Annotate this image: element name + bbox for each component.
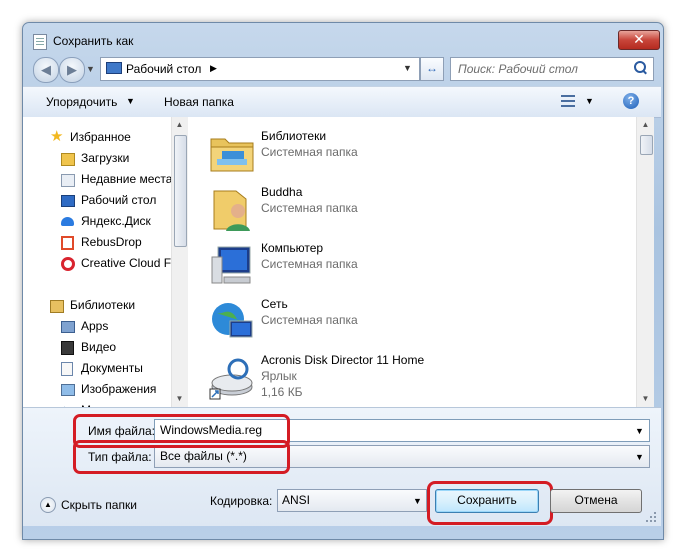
yandex-disk-icon [61, 217, 74, 226]
user-folder-icon [213, 190, 250, 231]
file-name: Acronis Disk Director 11 Home [261, 353, 425, 367]
scroll-down-icon[interactable]: ▼ [174, 393, 185, 405]
address-dropdown[interactable]: ▼ [403, 63, 412, 73]
close-button[interactable]: ✕ [618, 30, 660, 50]
file-type: Системная папка [261, 201, 358, 215]
save-button[interactable]: Сохранить [435, 489, 539, 513]
refresh-button[interactable]: ↔ [420, 57, 444, 81]
documents-icon [61, 362, 73, 376]
forward-button[interactable]: ▶ [59, 57, 85, 83]
cancel-button[interactable]: Отмена [550, 489, 642, 513]
acronis-shortcut-icon [209, 358, 253, 400]
list-item[interactable]: Acronis Disk Director 11 Home Ярлык 1,16… [188, 347, 628, 403]
encoding-label: Кодировка: [210, 494, 273, 508]
sidebar-scrollbar[interactable]: ▲ ▼ [171, 117, 188, 407]
chevron-down-icon[interactable]: ▼ [635, 452, 644, 462]
libraries-icon [50, 300, 64, 313]
recent-pages-dropdown[interactable]: ▼ [86, 64, 95, 74]
scroll-up-icon[interactable]: ▲ [174, 119, 185, 131]
file-name: Компьютер [261, 241, 324, 255]
window-title: Сохранить как [53, 34, 134, 48]
file-name: Сеть [261, 297, 288, 311]
file-size: 1,16 КБ [261, 385, 303, 399]
view-options-icon[interactable] [561, 94, 575, 108]
encoding-value[interactable]: ANSI [282, 493, 310, 507]
file-type: Системная папка [261, 313, 358, 327]
scroll-down-icon[interactable]: ▼ [640, 393, 651, 405]
creative-cloud-icon [61, 257, 75, 271]
chevron-down-icon[interactable]: ▼ [413, 496, 422, 506]
list-item[interactable]: Библиотеки Системная папка [188, 123, 628, 179]
scroll-up-icon[interactable]: ▲ [640, 119, 651, 131]
file-list-scrollbar[interactable]: ▲ ▼ [636, 117, 654, 407]
address-crumb[interactable]: Рабочий стол [126, 62, 201, 76]
rebusdrop-icon [61, 236, 74, 250]
desktop-icon [61, 195, 75, 207]
apps-icon [61, 321, 75, 333]
video-icon [61, 341, 74, 355]
computer-icon [211, 246, 251, 284]
images-icon [61, 384, 75, 396]
list-item[interactable]: Компьютер Системная папка [188, 235, 628, 291]
network-icon [212, 303, 253, 338]
file-type: Ярлык [261, 369, 297, 383]
recent-icon [61, 174, 75, 187]
libraries-folder-icon [210, 138, 254, 172]
file-name: Buddha [261, 185, 303, 199]
scrollbar-thumb[interactable] [174, 135, 187, 247]
list-item[interactable]: Сеть Системная папка [188, 291, 628, 347]
file-type: Системная папка [261, 257, 358, 271]
desktop-icon [106, 62, 122, 74]
search-icon[interactable] [634, 61, 646, 73]
highlight-frame [73, 440, 290, 474]
resize-grip-icon[interactable] [646, 512, 656, 522]
hide-folders-button[interactable]: Скрыть папки [61, 498, 137, 512]
star-icon: ★ [50, 128, 64, 145]
collapse-icon[interactable]: ▲ [40, 497, 56, 513]
downloads-icon [61, 153, 75, 166]
file-list: Библиотеки Системная папка Buddha Систем… [188, 117, 636, 407]
file-type: Системная папка [261, 145, 358, 159]
chevron-down-icon[interactable]: ▼ [126, 96, 135, 106]
search-placeholder: Поиск: Рабочий стол [458, 62, 578, 76]
navigation-pane: ★ Избранное Загрузки Недавние места Рабо… [23, 117, 188, 407]
breadcrumb-separator-icon[interactable]: ▶ [210, 63, 217, 74]
chevron-down-icon[interactable]: ▼ [635, 426, 644, 436]
chevron-down-icon[interactable]: ▼ [585, 96, 594, 106]
back-button[interactable]: ◀ [33, 57, 59, 83]
scrollbar-thumb[interactable] [640, 135, 653, 155]
file-name: Библиотеки [261, 129, 327, 143]
document-icon [33, 34, 47, 50]
help-icon[interactable]: ? [623, 93, 639, 109]
list-item[interactable]: Buddha Системная папка [188, 179, 628, 235]
organize-button[interactable]: Упорядочить [46, 95, 117, 109]
new-folder-button[interactable]: Новая папка [164, 95, 234, 109]
